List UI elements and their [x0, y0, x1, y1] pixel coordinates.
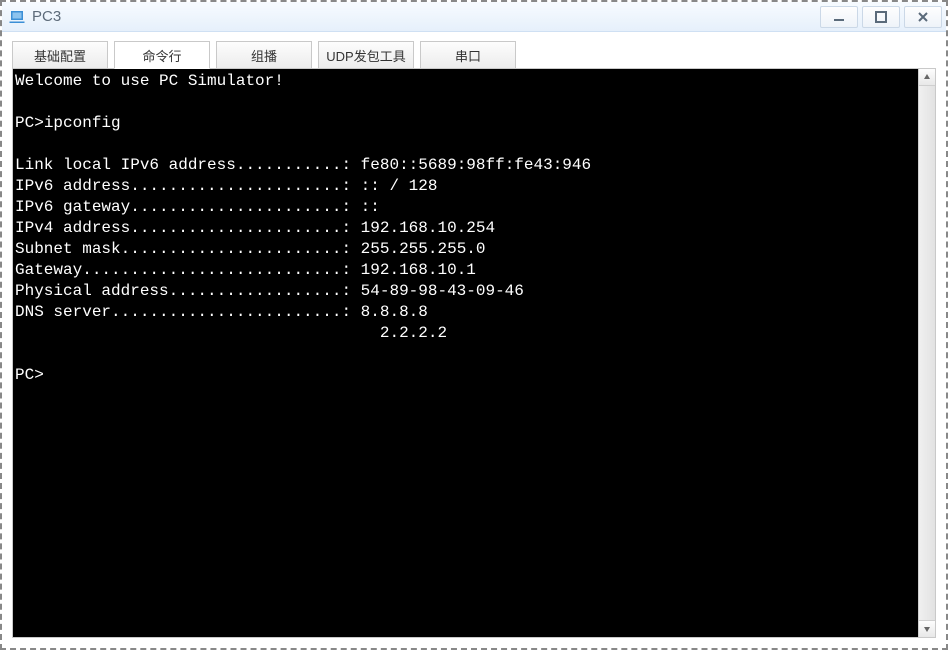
- tab-command-line[interactable]: 命令行: [114, 41, 210, 69]
- terminal-output[interactable]: Welcome to use PC Simulator! PC>ipconfig…: [13, 69, 935, 388]
- cfg-line-value: 192.168.10.1: [361, 261, 476, 279]
- app-icon: [8, 8, 26, 26]
- terminal-command: ipconfig: [44, 114, 121, 132]
- window-title: PC3: [32, 8, 816, 25]
- scroll-up-button[interactable]: [919, 69, 935, 86]
- cfg-line-value: fe80::5689:98ff:fe43:946: [361, 156, 591, 174]
- cfg-line-value: :: / 128: [361, 177, 438, 195]
- scroll-track[interactable]: [919, 86, 935, 620]
- scroll-down-button[interactable]: [919, 620, 935, 637]
- cfg-line-value: 54-89-98-43-09-46: [361, 282, 524, 300]
- tab-udp-tool[interactable]: UDP发包工具: [318, 41, 414, 69]
- window-controls: [816, 6, 942, 28]
- cfg-line-value: 192.168.10.254: [361, 219, 495, 237]
- cfg-line-value: ::: [361, 198, 380, 216]
- terminal-welcome: Welcome to use PC Simulator!: [15, 72, 284, 90]
- tab-multicast[interactable]: 组播: [216, 41, 312, 69]
- maximize-button[interactable]: [862, 6, 900, 28]
- cfg-line-value: 2.2.2.2: [380, 324, 447, 342]
- cfg-line-value: 8.8.8.8: [361, 303, 428, 321]
- terminal-prompt: PC>: [15, 366, 44, 384]
- tab-bar: 基础配置 命令行 组播 UDP发包工具 串口: [12, 40, 936, 68]
- tab-basic-config[interactable]: 基础配置: [12, 41, 108, 69]
- cfg-line-label: DNS server: [15, 303, 111, 321]
- app-window: PC3 基础配置 命令行 组播 UDP发包工具 串口 Welcome to us…: [2, 2, 946, 648]
- cfg-line-label: IPv6 address: [15, 177, 130, 195]
- cfg-line-label: Physical address: [15, 282, 169, 300]
- terminal-container: Welcome to use PC Simulator! PC>ipconfig…: [12, 68, 936, 638]
- tab-serial[interactable]: 串口: [420, 41, 516, 69]
- cfg-line-value: 255.255.255.0: [361, 240, 486, 258]
- titlebar: PC3: [2, 2, 946, 32]
- client-area: 基础配置 命令行 组播 UDP发包工具 串口 Welcome to use PC…: [2, 32, 946, 648]
- vertical-scrollbar[interactable]: [918, 69, 935, 637]
- cfg-line-label: Gateway: [15, 261, 82, 279]
- minimize-button[interactable]: [820, 6, 858, 28]
- cfg-line-label: IPv4 address: [15, 219, 130, 237]
- cfg-line-label: Link local IPv6 address: [15, 156, 236, 174]
- terminal-prompt: PC>: [15, 114, 44, 132]
- close-button[interactable]: [904, 6, 942, 28]
- cfg-line-label: IPv6 gateway: [15, 198, 130, 216]
- cfg-line-label: Subnet mask: [15, 240, 121, 258]
